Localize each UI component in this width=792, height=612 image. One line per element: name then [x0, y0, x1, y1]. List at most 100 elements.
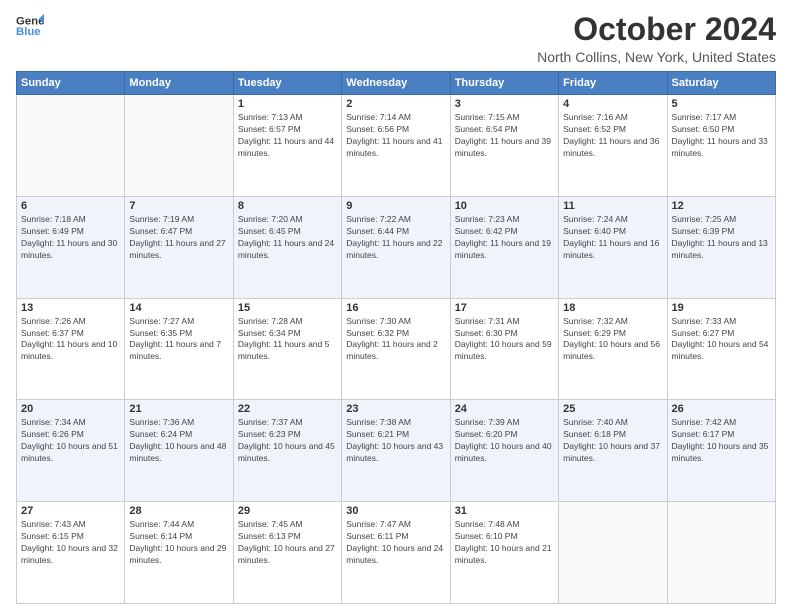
- calendar-cell: [559, 502, 667, 604]
- calendar-cell: 28 Sunrise: 7:44 AM Sunset: 6:14 PM Dayli…: [125, 502, 233, 604]
- col-header-monday: Monday: [125, 72, 233, 95]
- day-number: 18: [563, 302, 662, 314]
- week-row-3: 13Sunrise: 7:26 AM Sunset: 6:37 PM Dayli…: [17, 298, 776, 400]
- day-number: 26: [672, 403, 771, 415]
- day-number: 5: [672, 98, 771, 110]
- svg-text:Blue: Blue: [16, 26, 41, 38]
- day-number: 12: [672, 200, 771, 212]
- calendar-cell: 8 Sunrise: 7:20 AM Sunset: 6:45 PM Daylig…: [233, 196, 341, 298]
- day-info: Sunrise: 7:14 AM Sunset: 6:56 PM Dayligh…: [346, 112, 445, 160]
- calendar-cell: 13Sunrise: 7:26 AM Sunset: 6:37 PM Dayli…: [17, 298, 125, 400]
- calendar-cell: 29Sunrise: 7:45 AM Sunset: 6:13 PM Dayli…: [233, 502, 341, 604]
- day-info: Sunrise: 7:39 AM Sunset: 6:20 PM Dayligh…: [455, 417, 554, 465]
- day-info: Sunrise: 7:28 AM Sunset: 6:34 PM Dayligh…: [238, 316, 337, 364]
- day-number: 8: [238, 200, 337, 212]
- day-number: 15: [238, 302, 337, 314]
- calendar-cell: 6Sunrise: 7:18 AM Sunset: 6:49 PM Daylig…: [17, 196, 125, 298]
- week-row-5: 27 Sunrise: 7:43 AM Sunset: 6:15 PM Dayli…: [17, 502, 776, 604]
- calendar-cell: 25 Sunrise: 7:40 AM Sunset: 6:18 PM Dayli…: [559, 400, 667, 502]
- day-number: 29: [238, 505, 337, 517]
- day-info: Sunrise: 7:43 AM Sunset: 6:15 PM Dayligh…: [21, 519, 120, 567]
- week-row-2: 6Sunrise: 7:18 AM Sunset: 6:49 PM Daylig…: [17, 196, 776, 298]
- day-info: Sunrise: 7:26 AM Sunset: 6:37 PM Dayligh…: [21, 316, 120, 364]
- day-info: Sunrise: 7:19 AM Sunset: 6:47 PM Dayligh…: [129, 214, 228, 262]
- day-info: Sunrise: 7:23 AM Sunset: 6:42 PM Dayligh…: [455, 214, 554, 262]
- calendar-cell: 14 Sunrise: 7:27 AM Sunset: 6:35 PM Dayli…: [125, 298, 233, 400]
- day-info: Sunrise: 7:48 AM Sunset: 6:10 PM Dayligh…: [455, 519, 554, 567]
- calendar-cell: 10 Sunrise: 7:23 AM Sunset: 6:42 PM Dayli…: [450, 196, 558, 298]
- day-info: Sunrise: 7:20 AM Sunset: 6:45 PM Dayligh…: [238, 214, 337, 262]
- week-row-4: 20Sunrise: 7:34 AM Sunset: 6:26 PM Dayli…: [17, 400, 776, 502]
- day-number: 7: [129, 200, 228, 212]
- day-number: 30: [346, 505, 445, 517]
- calendar-cell: 5 Sunrise: 7:17 AM Sunset: 6:50 PM Daylig…: [667, 95, 775, 197]
- calendar-cell: 1 Sunrise: 7:13 AM Sunset: 6:57 PM Daylig…: [233, 95, 341, 197]
- day-number: 21: [129, 403, 228, 415]
- day-number: 27: [21, 505, 120, 517]
- logo-icon: General Blue: [16, 12, 44, 40]
- day-info: Sunrise: 7:27 AM Sunset: 6:35 PM Dayligh…: [129, 316, 228, 364]
- day-info: Sunrise: 7:30 AM Sunset: 6:32 PM Dayligh…: [346, 316, 445, 364]
- col-header-friday: Friday: [559, 72, 667, 95]
- calendar-cell: 7 Sunrise: 7:19 AM Sunset: 6:47 PM Daylig…: [125, 196, 233, 298]
- calendar-body: 1 Sunrise: 7:13 AM Sunset: 6:57 PM Daylig…: [17, 95, 776, 604]
- calendar-cell: 22 Sunrise: 7:37 AM Sunset: 6:23 PM Dayli…: [233, 400, 341, 502]
- calendar-cell: 31 Sunrise: 7:48 AM Sunset: 6:10 PM Dayli…: [450, 502, 558, 604]
- day-info: Sunrise: 7:37 AM Sunset: 6:23 PM Dayligh…: [238, 417, 337, 465]
- calendar-cell: 19 Sunrise: 7:33 AM Sunset: 6:27 PM Dayli…: [667, 298, 775, 400]
- day-number: 3: [455, 98, 554, 110]
- col-header-tuesday: Tuesday: [233, 72, 341, 95]
- day-number: 17: [455, 302, 554, 314]
- day-info: Sunrise: 7:25 AM Sunset: 6:39 PM Dayligh…: [672, 214, 771, 262]
- day-info: Sunrise: 7:24 AM Sunset: 6:40 PM Dayligh…: [563, 214, 662, 262]
- day-info: Sunrise: 7:38 AM Sunset: 6:21 PM Dayligh…: [346, 417, 445, 465]
- calendar-cell: 16Sunrise: 7:30 AM Sunset: 6:32 PM Dayli…: [342, 298, 450, 400]
- day-info: Sunrise: 7:33 AM Sunset: 6:27 PM Dayligh…: [672, 316, 771, 364]
- day-info: Sunrise: 7:15 AM Sunset: 6:54 PM Dayligh…: [455, 112, 554, 160]
- day-number: 4: [563, 98, 662, 110]
- day-number: 6: [21, 200, 120, 212]
- day-number: 11: [563, 200, 662, 212]
- calendar-cell: 24 Sunrise: 7:39 AM Sunset: 6:20 PM Dayli…: [450, 400, 558, 502]
- day-info: Sunrise: 7:40 AM Sunset: 6:18 PM Dayligh…: [563, 417, 662, 465]
- day-number: 24: [455, 403, 554, 415]
- calendar-cell: 21 Sunrise: 7:36 AM Sunset: 6:24 PM Dayli…: [125, 400, 233, 502]
- day-number: 9: [346, 200, 445, 212]
- day-info: Sunrise: 7:47 AM Sunset: 6:11 PM Dayligh…: [346, 519, 445, 567]
- day-number: 31: [455, 505, 554, 517]
- day-info: Sunrise: 7:31 AM Sunset: 6:30 PM Dayligh…: [455, 316, 554, 364]
- calendar-cell: [667, 502, 775, 604]
- logo: General Blue: [16, 12, 44, 40]
- day-number: 22: [238, 403, 337, 415]
- day-number: 28: [129, 505, 228, 517]
- day-number: 1: [238, 98, 337, 110]
- week-row-1: 1 Sunrise: 7:13 AM Sunset: 6:57 PM Daylig…: [17, 95, 776, 197]
- day-info: Sunrise: 7:34 AM Sunset: 6:26 PM Dayligh…: [21, 417, 120, 465]
- calendar-cell: 12 Sunrise: 7:25 AM Sunset: 6:39 PM Dayli…: [667, 196, 775, 298]
- subtitle: North Collins, New York, United States: [537, 49, 776, 65]
- day-number: 23: [346, 403, 445, 415]
- calendar-cell: [17, 95, 125, 197]
- page: General Blue October 2024 North Collins,…: [0, 0, 792, 612]
- calendar-cell: 30 Sunrise: 7:47 AM Sunset: 6:11 PM Dayli…: [342, 502, 450, 604]
- calendar-cell: 9 Sunrise: 7:22 AM Sunset: 6:44 PM Daylig…: [342, 196, 450, 298]
- day-number: 10: [455, 200, 554, 212]
- title-block: October 2024 North Collins, New York, Un…: [537, 12, 776, 65]
- day-info: Sunrise: 7:44 AM Sunset: 6:14 PM Dayligh…: [129, 519, 228, 567]
- main-title: October 2024: [537, 12, 776, 47]
- col-header-wednesday: Wednesday: [342, 72, 450, 95]
- day-number: 14: [129, 302, 228, 314]
- day-info: Sunrise: 7:13 AM Sunset: 6:57 PM Dayligh…: [238, 112, 337, 160]
- calendar-cell: 27 Sunrise: 7:43 AM Sunset: 6:15 PM Dayli…: [17, 502, 125, 604]
- day-info: Sunrise: 7:16 AM Sunset: 6:52 PM Dayligh…: [563, 112, 662, 160]
- day-number: 25: [563, 403, 662, 415]
- calendar-cell: 26Sunrise: 7:42 AM Sunset: 6:17 PM Dayli…: [667, 400, 775, 502]
- day-number: 19: [672, 302, 771, 314]
- day-info: Sunrise: 7:17 AM Sunset: 6:50 PM Dayligh…: [672, 112, 771, 160]
- calendar-table: SundayMondayTuesdayWednesdayThursdayFrid…: [16, 71, 776, 604]
- calendar-cell: 2Sunrise: 7:14 AM Sunset: 6:56 PM Daylig…: [342, 95, 450, 197]
- header: General Blue October 2024 North Collins,…: [16, 12, 776, 65]
- day-info: Sunrise: 7:22 AM Sunset: 6:44 PM Dayligh…: [346, 214, 445, 262]
- calendar-cell: 11 Sunrise: 7:24 AM Sunset: 6:40 PM Dayli…: [559, 196, 667, 298]
- day-info: Sunrise: 7:36 AM Sunset: 6:24 PM Dayligh…: [129, 417, 228, 465]
